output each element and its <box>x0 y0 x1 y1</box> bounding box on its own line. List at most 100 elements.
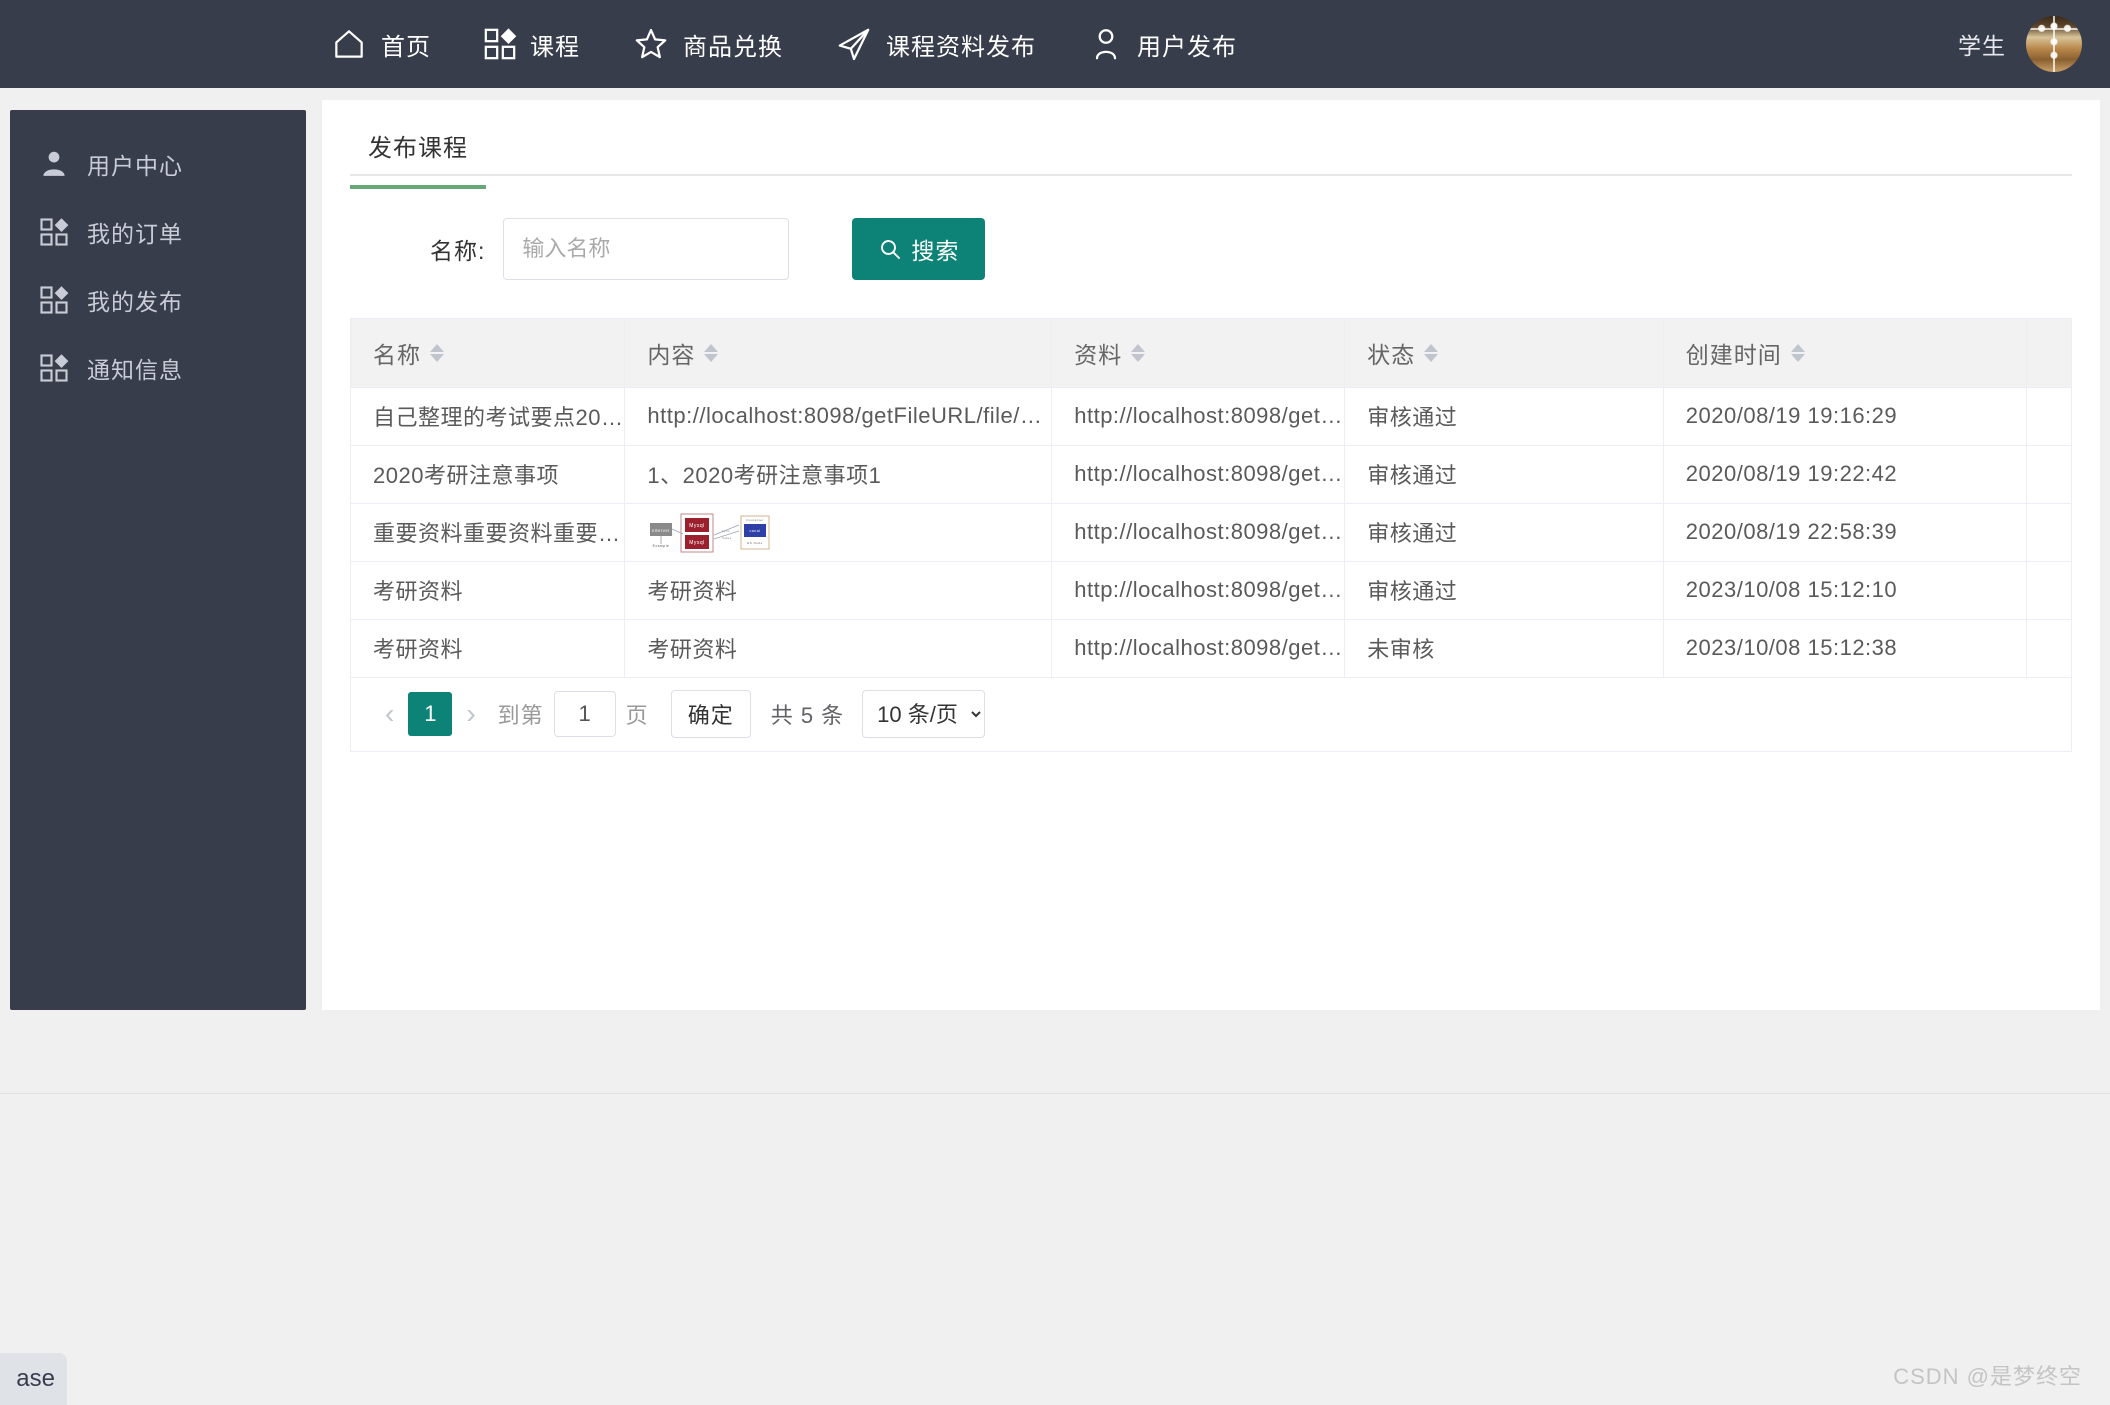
name-field-label: 名称: <box>430 232 485 266</box>
grid-diamond-icon <box>483 27 517 61</box>
chevron-left-icon[interactable]: ‹ <box>373 698 406 730</box>
svg-text:Mysql: Mysql <box>690 540 706 546</box>
cell-gutter <box>2026 445 2071 503</box>
data-table-container: 名称 内容 资料 状态 创建时间 自己整理的考试要点20条 http://loc… <box>350 318 2072 678</box>
sidebar-item-notifications[interactable]: 通知信息 <box>10 334 306 402</box>
column-header-label: 内容 <box>647 336 695 370</box>
nav-item-goods-exchange[interactable]: 商品兑换 <box>632 0 783 88</box>
column-header-label: 资料 <box>1074 336 1122 370</box>
column-header-label: 状态 <box>1367 336 1415 370</box>
cell-name: 考研资料 <box>351 561 625 619</box>
search-form: 名称: 搜索 <box>322 218 2100 280</box>
sidebar-item-my-publications[interactable]: 我的发布 <box>10 266 306 334</box>
sidebar: 用户中心 我的订单 我的发布 <box>10 110 306 1010</box>
top-nav-items: 首页 课程 商品兑换 <box>330 0 1289 88</box>
star-icon <box>632 25 670 63</box>
sidebar-item-label: 通知信息 <box>87 351 183 385</box>
page-number-1[interactable]: 1 <box>408 692 452 736</box>
table-row[interactable]: 自己整理的考试要点20条 http://localhost:8098/getFi… <box>351 387 2071 445</box>
cell-material: http://localhost:8098/getFil… <box>1052 619 1345 677</box>
column-header-name[interactable]: 名称 <box>351 319 625 387</box>
table-row[interactable]: 2020考研注意事项 1、2020考研注意事项1 http://localhos… <box>351 445 2071 503</box>
column-header-label: 创建时间 <box>1686 336 1782 370</box>
download-chip[interactable]: ase <box>0 1353 67 1405</box>
svg-text:Example: Example <box>653 544 670 548</box>
svg-text:nServer: nServer <box>652 528 670 533</box>
grid-diamond-icon <box>37 353 71 383</box>
sidebar-item-label: 我的发布 <box>87 283 183 317</box>
total-count-label: 共 5 条 <box>771 698 844 730</box>
cell-created-time: 2020/08/19 19:16:29 <box>1663 387 2026 445</box>
search-button-label: 搜索 <box>911 232 959 266</box>
table-row[interactable]: 考研资料 考研资料 http://localhost:8098/getFil… … <box>351 561 2071 619</box>
bottom-divider <box>0 1093 2110 1094</box>
confirm-button[interactable]: 确定 <box>671 690 751 738</box>
cell-name: 考研资料 <box>351 619 625 677</box>
nav-item-label: 用户发布 <box>1137 27 1237 62</box>
cell-gutter <box>2026 561 2071 619</box>
cell-content: 考研资料 <box>625 561 1052 619</box>
search-input[interactable] <box>503 218 789 280</box>
column-header-content[interactable]: 内容 <box>625 319 1052 387</box>
cell-created-time: 2020/08/19 19:22:42 <box>1663 445 2026 503</box>
sort-caret-icon[interactable] <box>1424 344 1438 362</box>
goto-page-input[interactable] <box>554 691 616 737</box>
cell-material: http://localhost:8098/getFil… <box>1052 387 1345 445</box>
sidebar-item-label: 用户中心 <box>87 147 183 181</box>
column-header-created-time[interactable]: 创建时间 <box>1663 319 2026 387</box>
nav-item-label: 课程资料发布 <box>886 27 1036 62</box>
table-row[interactable]: 重要资料重要资料重要资… nServer Example Mysql <box>351 503 2071 561</box>
nav-item-course-material-publish[interactable]: 课程资料发布 <box>835 0 1036 88</box>
nav-item-user-publish[interactable]: 用户发布 <box>1088 0 1237 88</box>
search-icon <box>878 237 902 261</box>
nav-item-course[interactable]: 课程 <box>483 0 580 88</box>
cell-created-time: 2023/10/08 15:12:10 <box>1663 561 2026 619</box>
column-header-status[interactable]: 状态 <box>1345 319 1664 387</box>
watermark-text: CSDN @是梦终空 <box>1893 1359 2082 1391</box>
sort-caret-icon[interactable] <box>1131 344 1145 362</box>
nav-user-area[interactable]: 学生 <box>1958 0 2082 88</box>
avatar[interactable] <box>2026 16 2082 72</box>
grid-diamond-icon <box>37 217 71 247</box>
top-navigation-bar: 首页 课程 商品兑换 <box>0 0 2110 88</box>
nav-item-label: 商品兑换 <box>683 27 783 62</box>
svg-text:Container: Container <box>747 518 765 522</box>
person-icon <box>37 149 71 179</box>
tab-publish-course[interactable]: 发布课程 <box>350 128 486 189</box>
pagination: ‹ 1 › 到第 页 确定 共 5 条 10 条/页 <box>350 678 2072 752</box>
column-header-material[interactable]: 资料 <box>1052 319 1345 387</box>
chevron-right-icon[interactable]: › <box>454 698 487 730</box>
cell-status: 审核通过 <box>1345 503 1664 561</box>
svg-text:sync: sync <box>722 529 730 533</box>
nav-item-home[interactable]: 首页 <box>330 0 431 88</box>
cell-gutter <box>2026 387 2071 445</box>
svg-text:Mysql: Mysql <box>690 523 706 529</box>
sidebar-item-my-orders[interactable]: 我的订单 <box>10 198 306 266</box>
home-icon <box>330 25 368 63</box>
cell-content: 考研资料 <box>625 619 1052 677</box>
page-size-select[interactable]: 10 条/页 <box>862 690 985 738</box>
nav-item-label: 首页 <box>381 27 431 62</box>
goto-prefix-label: 到第 <box>498 698 544 730</box>
cell-material: http://localhost:8098/getFil… <box>1052 445 1345 503</box>
cell-status: 审核通过 <box>1345 561 1664 619</box>
table-header-row: 名称 内容 资料 状态 创建时间 <box>351 319 2071 387</box>
sidebar-item-user-center[interactable]: 用户中心 <box>10 130 306 198</box>
goto-suffix-label: 页 <box>626 698 649 730</box>
column-header-label: 名称 <box>373 336 421 370</box>
sort-caret-icon[interactable] <box>1791 344 1805 362</box>
cell-content-image[interactable]: nServer Example Mysql Mysql sync <box>625 503 1052 561</box>
search-button[interactable]: 搜索 <box>852 218 985 280</box>
main-content-panel: 发布课程 名称: 搜索 名称 内容 资料 状态 创建 <box>322 100 2100 1010</box>
tab-bar: 发布课程 <box>350 100 2072 176</box>
cell-content: 1、2020考研注意事项1 <box>625 445 1052 503</box>
sort-caret-icon[interactable] <box>430 344 444 362</box>
sort-caret-icon[interactable] <box>704 344 718 362</box>
table-row[interactable]: 考研资料 考研资料 http://localhost:8098/getFil… … <box>351 619 2071 677</box>
cell-material: http://localhost:8098/getFil… <box>1052 561 1345 619</box>
data-table: 名称 内容 资料 状态 创建时间 自己整理的考试要点20条 http://loc… <box>351 319 2071 678</box>
user-icon <box>1088 26 1124 62</box>
cell-material: http://localhost:8098/getFil… <box>1052 503 1345 561</box>
svg-text:ES Node: ES Node <box>748 541 764 545</box>
cell-created-time: 2023/10/08 15:12:38 <box>1663 619 2026 677</box>
